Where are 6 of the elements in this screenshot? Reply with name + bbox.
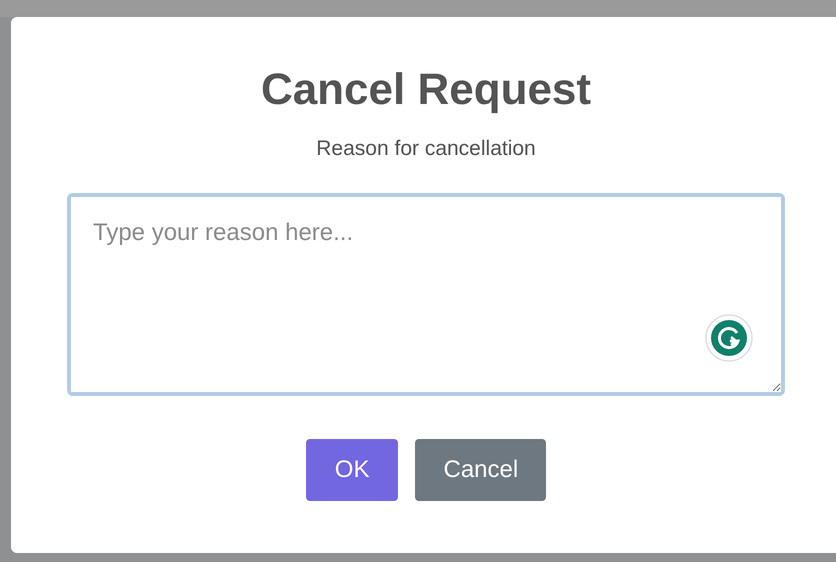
cancel-button[interactable]: Cancel (415, 439, 546, 501)
dialog-title: Cancel Request (260, 64, 592, 116)
g-circle-icon[interactable] (705, 314, 753, 362)
field-label: Reason for cancellation (316, 136, 536, 162)
reason-field[interactable]: Type your reason here... (67, 193, 785, 396)
ok-button[interactable]: OK (306, 439, 398, 501)
